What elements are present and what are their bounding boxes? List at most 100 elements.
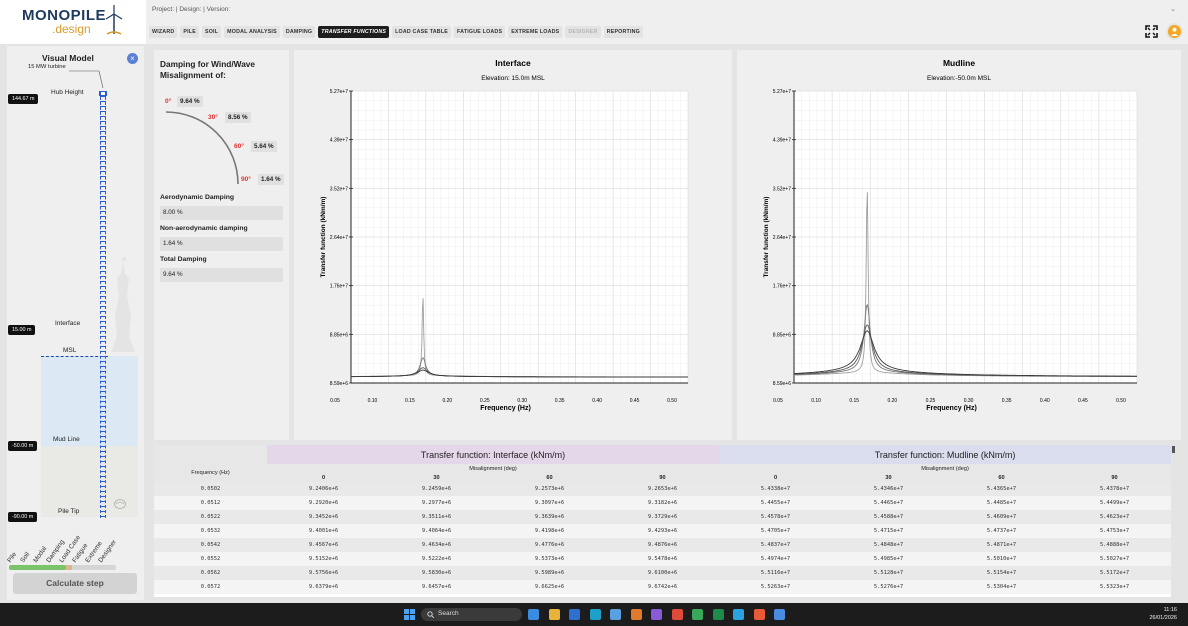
tab-designer[interactable]: DESIGNER — [565, 26, 601, 38]
mudline-chart: Mudline Elevation:-50.0m MSL 8.59e+6 8.85e+… — [763, 58, 1138, 412]
value-cell: 9.3182e+6 — [606, 496, 720, 510]
main-nav: WIZARD PILE SOIL MODAL ANALYSIS DAMPING TRANS… — [149, 26, 643, 38]
folder-icon[interactable] — [548, 609, 560, 620]
x-tick-label: 0.45 — [1078, 398, 1088, 404]
table-row[interactable]: 0.0532 9.4001e+6 9.4064e+6 9.4198e+6 9.4293e… — [154, 524, 1171, 538]
app-logo[interactable]: MONOPILE .design — [0, 0, 146, 44]
msl-label: MSL — [63, 347, 77, 354]
x-tick-label: 0.50 — [667, 398, 677, 404]
value-cell: 9.2653e+6 — [606, 482, 720, 496]
value-cell: 9.2459e+6 — [380, 482, 493, 496]
store-icon[interactable] — [610, 609, 621, 620]
interface-angle-header[interactable]: 30 — [380, 473, 493, 482]
value-cell: 5.4705e+7 — [719, 524, 833, 538]
step-label-soil[interactable]: Soil — [19, 551, 31, 564]
value-cell: 5.4578e+7 — [719, 510, 833, 524]
y-tick-label: 3.52e+7 — [773, 186, 791, 192]
x-tick-label: 0.40 — [1040, 398, 1050, 404]
step-label-pile[interactable]: Pile — [6, 551, 18, 564]
excel-icon[interactable] — [712, 609, 724, 620]
calculate-step-button[interactable]: Calculate step — [13, 573, 137, 594]
frequency-cell: 0.0512 — [154, 496, 267, 510]
value-cell: 9.2977e+6 — [380, 496, 493, 510]
y-tick-label: 8.85e+6 — [773, 332, 791, 338]
frequency-cell: 0.0522 — [154, 510, 267, 524]
brave-icon[interactable] — [671, 609, 683, 620]
edge-icon[interactable] — [589, 609, 601, 620]
taskbar-search[interactable]: Search — [421, 608, 522, 621]
table-row[interactable]: 0.0572 9.6379e+6 9.6457e+6 9.6625e+6 9.6742e… — [154, 580, 1171, 594]
app3-icon[interactable] — [692, 609, 703, 620]
chevron-down-icon[interactable]: ⌄ — [1170, 5, 1176, 13]
tab-wizard[interactable]: WIZARD — [149, 26, 178, 38]
value-cell: 5.4365e+7 — [945, 482, 1059, 496]
x-tick-label: 0.20 — [442, 398, 452, 404]
app5-icon[interactable] — [774, 609, 785, 620]
damping-panel: Damping for Wind/Wave Misalignment of: 0… — [154, 50, 289, 440]
search-placeholder: Search — [438, 610, 459, 617]
value-cell: 5.5027e+7 — [1058, 552, 1171, 566]
close-icon[interactable]: × — [127, 53, 138, 64]
fullscreen-icon[interactable] — [1145, 25, 1158, 38]
windows-taskbar: Search 11:16 26/01/2026 — [0, 603, 1188, 626]
table-row[interactable]: 0.0502 9.2406e+6 9.2459e+6 9.2573e+6 9.2653e… — [154, 482, 1171, 496]
visual-model-title: Visual Model — [42, 53, 94, 63]
value-cell: 5.5304e+7 — [945, 580, 1059, 594]
aero-damping-value: 8.00 % — [160, 206, 283, 220]
value-cell: 9.5152e+6 — [267, 552, 380, 566]
app2-icon[interactable] — [651, 609, 662, 620]
mudline-angle-header[interactable]: 0 — [719, 473, 833, 482]
mudline-angle-header[interactable]: 90 — [1058, 473, 1171, 482]
tab-soil[interactable]: SOIL — [201, 26, 222, 38]
x-tick-label: 0.20 — [887, 398, 897, 404]
x-tick-label: 0.10 — [811, 398, 821, 404]
interface-chart-panel: Interface Elevation: 15.0m MSL 8.59e+6 8.85… — [294, 50, 732, 440]
tab-transfer-functions[interactable]: TRANSFER FUNCTIONS — [318, 26, 390, 38]
table-row[interactable]: 0.0552 9.5152e+6 9.5222e+6 9.5373e+6 9.5478e… — [154, 552, 1171, 566]
value-cell: 5.4753e+7 — [1058, 524, 1171, 538]
value-cell: 5.4465e+7 — [832, 496, 946, 510]
app4-icon[interactable] — [753, 609, 765, 620]
tab-reporting[interactable]: REPORTING — [603, 26, 643, 38]
tab-fatigue-loads[interactable]: FATIGUE LOADS — [454, 26, 506, 38]
x-tick-label: 0.10 — [368, 398, 378, 404]
x-tick-label: 0.05 — [773, 398, 783, 404]
app1-icon[interactable] — [630, 609, 642, 620]
mudline-angle-header[interactable]: 30 — [832, 473, 946, 482]
mail-icon[interactable] — [569, 609, 580, 620]
windows-start-icon[interactable] — [404, 609, 415, 620]
angle-60-value: 5.64 % — [251, 141, 277, 152]
table-row[interactable]: 0.0542 9.4567e+6 9.4634e+6 9.4776e+6 9.4876e… — [154, 538, 1171, 552]
tab-pile[interactable]: PILE — [180, 26, 199, 38]
interface-angle-header[interactable]: 0 — [267, 473, 380, 482]
x-tick-label: 0.15 — [849, 398, 859, 404]
mudline-group-header: Transfer function: Mudline (kNm/m) — [719, 445, 1171, 464]
y-axis-label: Transfer function (kNm/m) — [763, 197, 770, 278]
mudline-angle-header[interactable]: 60 — [945, 473, 1059, 482]
table-row[interactable]: 0.0562 9.5756e+6 9.5830e+6 9.5989e+6 9.6100e… — [154, 566, 1171, 580]
files-icon[interactable] — [528, 609, 539, 620]
value-cell: 9.6625e+6 — [493, 580, 606, 594]
tab-modal-analysis[interactable]: MODAL ANALYSIS — [224, 26, 280, 38]
frequency-cell: 0.0502 — [154, 482, 267, 496]
table-scrollbar[interactable] — [1172, 446, 1175, 453]
table-row[interactable]: 0.0522 9.3452e+6 9.3511e+6 9.3639e+6 9.3729e… — [154, 510, 1171, 524]
y-tick-label: 1.76e+7 — [330, 284, 348, 290]
value-cell: 9.4198e+6 — [493, 524, 606, 538]
tab-damping[interactable]: DAMPING — [282, 26, 316, 38]
user-avatar-icon[interactable] — [1166, 23, 1183, 40]
telegram-icon[interactable] — [733, 609, 744, 620]
interface-angle-header[interactable]: 60 — [493, 473, 606, 482]
tab-extreme-loads[interactable]: EXTREME LOADS — [508, 26, 563, 38]
interface-angle-header[interactable]: 90 — [606, 473, 720, 482]
clock-date: 26/01/2026 — [1149, 615, 1177, 621]
step-label-modal[interactable]: Modal — [32, 545, 48, 564]
tab-load-case-table[interactable]: LOAD CASE TABLE — [392, 26, 452, 38]
water-area — [41, 356, 138, 446]
frequency-cell: 0.0552 — [154, 552, 267, 566]
clock[interactable]: 11:16 26/01/2026 — [1149, 606, 1177, 622]
frequency-cell: 0.0572 — [154, 580, 267, 594]
frequency-column-header[interactable]: Frequency (Hz) — [154, 464, 267, 482]
x-tick-label: 0.40 — [592, 398, 602, 404]
table-row[interactable]: 0.0512 9.2920e+6 9.2977e+6 9.3097e+6 9.3182e… — [154, 496, 1171, 510]
